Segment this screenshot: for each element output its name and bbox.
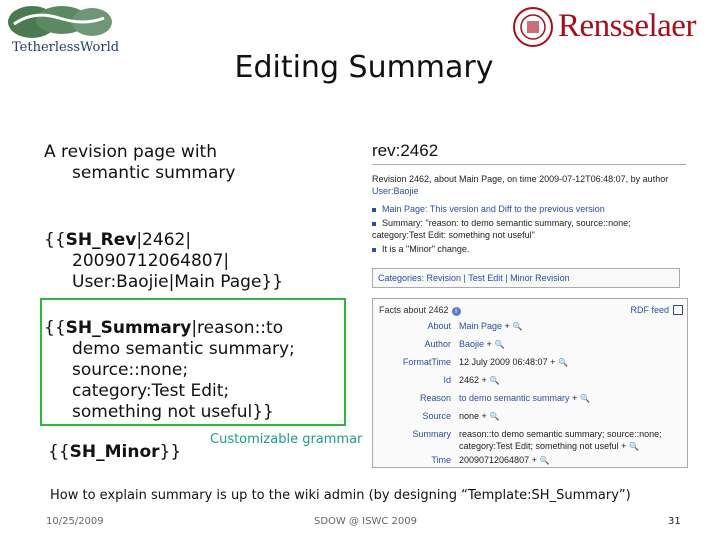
fact-key[interactable]: Author	[424, 339, 451, 349]
minor-change-text: It is a "Minor" change.	[382, 244, 470, 254]
search-icon[interactable]: 🔍	[558, 358, 568, 367]
template-arg: User:Baojie|Main Page}}	[72, 272, 284, 292]
customizable-grammar-label: Customizable grammar	[210, 432, 363, 447]
revision-info-line: Revision 2462, about Main Page, on time …	[372, 174, 669, 184]
bullet-revision-page: A revision page with semantic summary	[44, 142, 344, 184]
wiki-bullet-item: Main Page: This version and Diff to the …	[372, 204, 605, 214]
fact-key[interactable]: Source	[422, 411, 451, 421]
fact-value-text: category:Test Edit; something not useful	[459, 441, 619, 451]
fact-row: Id 2462 + 🔍	[373, 375, 687, 393]
rdf-share-icon[interactable]	[673, 305, 683, 315]
footer-date: 10/25/2009	[46, 516, 104, 527]
fact-key[interactable]: Id	[443, 375, 451, 385]
template-arg: |2462|	[136, 230, 192, 250]
wiki-page-title: rev:2462	[372, 141, 439, 160]
fact-row: Time 20090712064807 + 🔍	[373, 455, 687, 473]
bullet-line: A revision page with	[44, 142, 217, 162]
brace-open: {{	[48, 442, 70, 462]
fact-value: none + 🔍	[459, 411, 500, 421]
plus-label: +	[572, 393, 578, 403]
fact-value-text: reason::to demo semantic summary; source…	[459, 429, 662, 439]
categories-box[interactable]: Categories: Revision | Test Edit | Minor…	[372, 268, 680, 288]
fact-row: Reason to demo semantic summary + 🔍	[373, 393, 687, 411]
fact-value-text: 2462	[459, 375, 480, 385]
template-arg: |reason::to	[191, 318, 284, 338]
footer-venue: SDOW @ ISWC 2009	[314, 516, 417, 527]
search-icon[interactable]: 🔍	[580, 394, 590, 403]
fact-key[interactable]: About	[427, 321, 451, 331]
rdf-feed-link[interactable]: RDF feed	[630, 305, 669, 315]
template-arg: something not useful}}	[72, 402, 274, 422]
fact-value-link[interactable]: to demo semantic summary	[459, 393, 570, 403]
brace-close: }}	[159, 442, 182, 462]
wiki-bullet-item: Summary: "reason: to demo semantic summa…	[372, 218, 631, 228]
title-divider	[372, 164, 686, 165]
slide-title: Editing Summary	[234, 50, 494, 85]
fact-row: Author Baojie + 🔍	[373, 339, 687, 357]
fact-value-link[interactable]: Main Page	[459, 321, 502, 331]
version-links[interactable]: Main Page: This version and Diff to the …	[382, 204, 605, 214]
fact-row: Source none + 🔍	[373, 411, 687, 429]
template-arg: category:Test Edit;	[72, 381, 230, 401]
fact-value-text: 12 July 2009 06:48:07	[459, 357, 548, 367]
plus-label: +	[531, 455, 537, 465]
search-icon[interactable]: 🔍	[495, 340, 505, 349]
plus-label: +	[621, 441, 627, 451]
fact-value: category:Test Edit; something not useful…	[459, 441, 639, 451]
bullet-icon	[372, 247, 376, 252]
fact-value-text: none	[459, 411, 480, 421]
sh-rev-template: {{SH_Rev|2462| 20090712064807| User:Baoj…	[44, 230, 344, 293]
search-icon[interactable]: 🔍	[540, 456, 550, 465]
template-arg: demo semantic summary;	[72, 339, 295, 359]
fact-value-text: 20090712064807	[459, 455, 530, 465]
facts-box: Facts about 2462 i RDF feed About Main Pa…	[372, 298, 688, 468]
fact-value: to demo semantic summary + 🔍	[459, 393, 590, 403]
fact-value: 12 July 2009 06:48:07 + 🔍	[459, 357, 568, 367]
brace-open: {{	[44, 318, 66, 338]
fact-key[interactable]: FormatTime	[403, 357, 451, 367]
sh-summary-template: {{SH_Summary|reason::to demo semantic su…	[44, 318, 344, 423]
plus-label: +	[550, 357, 556, 367]
bottom-note: How to explain summary is up to the wiki…	[50, 488, 631, 503]
fact-value: Baojie + 🔍	[459, 339, 505, 349]
summary-text-cont: category:Test Edit: something not useful…	[372, 230, 535, 240]
fact-key[interactable]: Time	[431, 455, 451, 465]
wiki-screenshot: rev:2462 Revision 2462, about Main Page,…	[368, 138, 688, 468]
rensselaer-wordmark: Rensselaer	[558, 8, 696, 44]
fact-value: 2462 + 🔍	[459, 375, 500, 385]
globe-logo-icon	[8, 6, 112, 38]
fact-row: FormatTime 12 July 2009 06:48:07 + 🔍	[373, 357, 687, 375]
wiki-bullet-item: It is a "Minor" change.	[372, 244, 469, 254]
plus-label: +	[504, 321, 510, 331]
fact-key[interactable]: Summary	[412, 429, 451, 439]
fact-value: Main Page + 🔍	[459, 321, 523, 331]
author-link[interactable]: User:Baojie	[372, 186, 419, 196]
search-icon[interactable]: 🔍	[629, 442, 639, 451]
fact-value-link[interactable]: Baojie	[459, 339, 484, 349]
bullet-icon	[372, 207, 376, 212]
template-name: SH_Minor	[69, 442, 160, 462]
plus-label: +	[481, 375, 487, 385]
fact-row: About Main Page + 🔍	[373, 321, 687, 339]
facts-title: Facts about 2462	[379, 305, 449, 315]
template-arg: 20090712064807|	[72, 251, 230, 271]
search-icon[interactable]: 🔍	[513, 322, 523, 331]
template-arg: source::none;	[72, 360, 189, 380]
template-name: SH_Rev	[65, 230, 137, 250]
fact-key[interactable]: Reason	[420, 393, 451, 403]
brace-open: {{	[44, 230, 66, 250]
bullet-line: semantic summary	[72, 163, 236, 183]
search-icon[interactable]: 🔍	[490, 376, 500, 385]
plus-label: +	[481, 411, 487, 421]
bullet-icon	[372, 221, 376, 226]
footer-page-number: 31	[668, 516, 681, 527]
search-icon[interactable]: 🔍	[490, 412, 500, 421]
template-name: SH_Summary	[65, 318, 192, 338]
plus-label: +	[486, 339, 492, 349]
summary-text: Summary: "reason: to demo semantic summa…	[382, 218, 631, 228]
info-icon[interactable]: i	[451, 307, 461, 316]
rensselaer-logo: Rensselaer	[512, 6, 720, 52]
fact-value: 20090712064807 + 🔍	[459, 455, 550, 465]
seal-icon	[513, 7, 553, 47]
